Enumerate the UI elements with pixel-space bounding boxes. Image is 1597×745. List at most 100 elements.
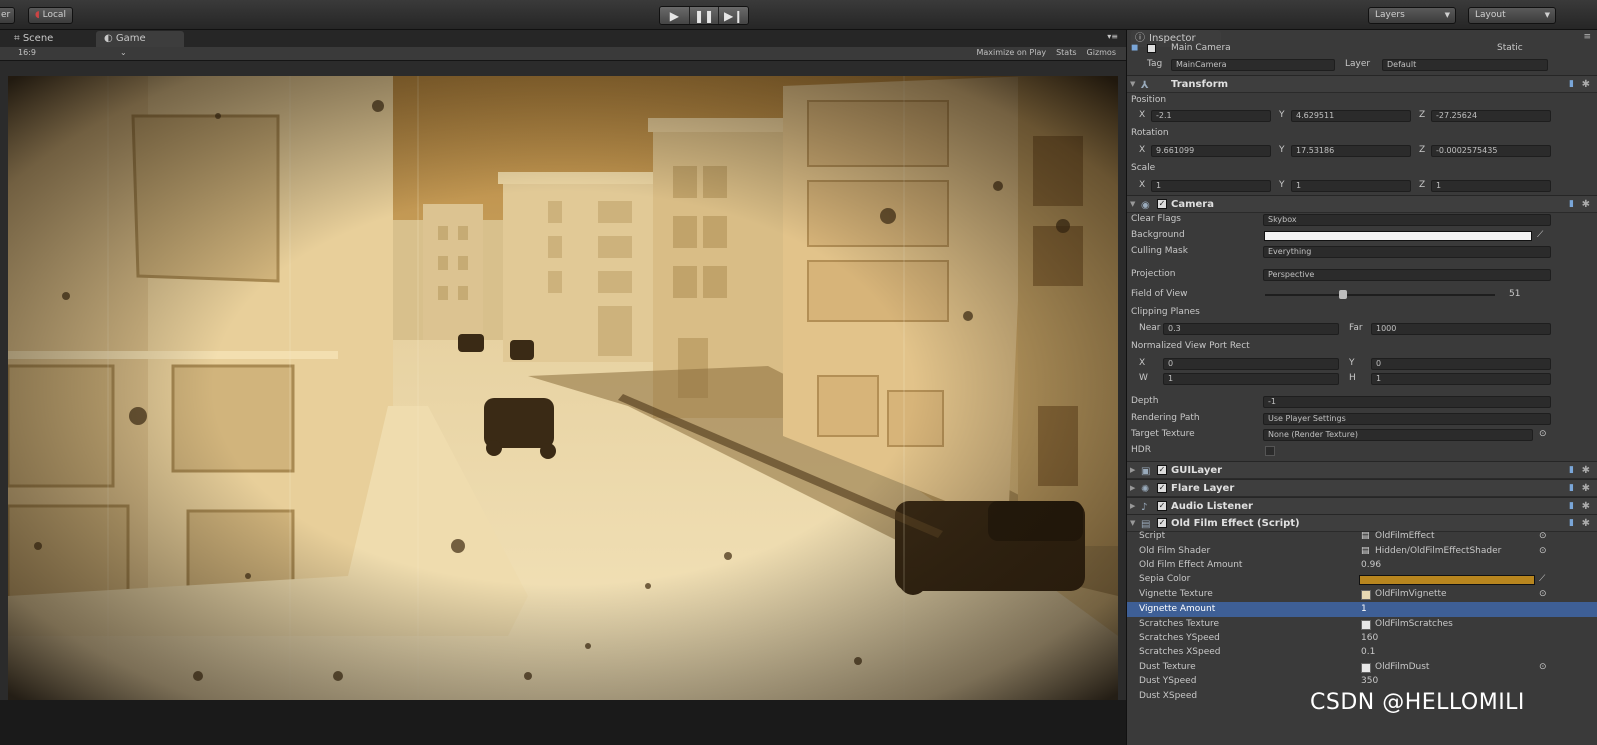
clipping-label-row: Clipping Planes [1127,305,1597,320]
audio-enabled-checkbox[interactable]: ✓ [1157,501,1167,511]
flare-enabled-checkbox[interactable]: ✓ [1157,483,1167,493]
object-picker-icon[interactable]: ⊙ [1539,660,1547,675]
game-viewport[interactable] [8,76,1118,700]
effect-amount-field[interactable]: 0.96 [1361,558,1381,573]
active-checkbox[interactable] [1147,44,1156,53]
gear-icon[interactable]: ✱ [1582,462,1590,479]
target-texture-field[interactable]: None (Render Texture) [1263,429,1533,441]
gear-icon[interactable]: ✱ [1582,498,1590,515]
culling-mask-dropdown[interactable]: Everything [1263,246,1551,258]
play-icon[interactable]: ▶ [660,7,690,24]
pivot-toggle[interactable]: ◖ Local [28,7,73,24]
help-book-icon[interactable]: ▮ [1569,480,1574,497]
scratches-yspeed-field[interactable]: 160 [1361,631,1378,646]
rotation-y-field[interactable]: 17.53186 [1291,145,1411,157]
script-field[interactable]: OldFilmEffect [1375,529,1435,544]
vignette-amount-row[interactable]: Vignette Amount 1 [1127,602,1597,617]
clear-flags-dropdown[interactable]: Skybox [1263,214,1551,226]
step-icon[interactable]: ▶❙ [719,7,748,24]
camera-header[interactable]: ▼ ◉ ✓ Camera ▮ ✱ [1127,195,1597,213]
aspect-dropdown[interactable]: 16:9 [18,48,36,57]
rotation-x-field[interactable]: 9.661099 [1151,145,1271,157]
object-picker-icon[interactable]: ⊙ [1539,427,1547,442]
gear-icon[interactable]: ✱ [1582,76,1590,93]
object-picker-icon[interactable]: ⊙ [1539,587,1547,602]
scratches-texture-label: Scratches Texture [1139,619,1220,629]
vignette-texture-field[interactable]: OldFilmVignette [1375,587,1447,602]
layout-dropdown[interactable]: Layout ▼ [1468,7,1556,24]
vignette-amount-field[interactable]: 1 [1361,602,1367,617]
projection-dropdown[interactable]: Perspective [1263,269,1551,281]
rendering-path-row: Rendering Path Use Player Settings [1127,411,1597,426]
position-y-field[interactable]: 4.629511 [1291,110,1411,122]
layer-dropdown[interactable]: Default [1382,59,1548,71]
foldout-icon[interactable]: ▶ [1130,480,1135,497]
tag-dropdown[interactable]: MainCamera [1171,59,1335,71]
eyedropper-icon[interactable]: ⟋ [1537,228,1543,243]
position-x-field[interactable]: -2.1 [1151,110,1271,122]
scale-x-field[interactable]: 1 [1151,180,1271,192]
sepia-color-swatch[interactable] [1359,575,1535,585]
viewport-h-field[interactable]: 1 [1371,373,1551,385]
scratches-texture-field[interactable]: OldFilmScratches [1375,617,1453,632]
fov-row: Field of View 51 [1127,287,1597,302]
fov-value[interactable]: 51 [1509,287,1520,302]
fov-slider-knob[interactable] [1339,290,1348,299]
dust-yspeed-field[interactable]: 350 [1361,674,1378,689]
shader-field[interactable]: Hidden/OldFilmEffectShader [1375,544,1501,559]
panel-menu-icon[interactable]: ▾≡ [1107,32,1118,41]
object-picker-icon[interactable]: ⊙ [1539,529,1547,544]
position-z-field[interactable]: -27.25624 [1431,110,1551,122]
gear-icon[interactable]: ✱ [1582,480,1590,497]
clipping-label: Clipping Planes [1131,307,1200,317]
tag-label: Tag [1147,59,1163,69]
scale-z-field[interactable]: 1 [1431,180,1551,192]
background-color-swatch[interactable] [1264,231,1532,241]
audio-listener-title: Audio Listener [1171,501,1253,512]
audio-listener-header[interactable]: ▶ ♪ ✓ Audio Listener ▮ ✱ [1127,497,1597,515]
layout-label: Layout [1475,10,1506,20]
guilayer-header[interactable]: ▶ ▣ ✓ GUILayer ▮ ✱ [1127,461,1597,479]
account-button[interactable]: er [0,7,16,24]
foldout-icon[interactable]: ▶ [1130,462,1135,479]
gear-icon[interactable]: ✱ [1582,196,1590,213]
texture-icon [1361,620,1371,630]
rotation-z-field[interactable]: -0.0002575435 [1431,145,1551,157]
gizmos-dropdown[interactable]: Gizmos [1087,48,1116,57]
help-book-icon[interactable]: ▮ [1569,76,1574,93]
old-film-enabled-checkbox[interactable]: ✓ [1157,518,1167,528]
guilayer-enabled-checkbox[interactable]: ✓ [1157,465,1167,475]
scale-y-field[interactable]: 1 [1291,180,1411,192]
transform-header[interactable]: ▼ ⅄ Transform ▮ ✱ [1127,75,1597,93]
tab-game[interactable]: ◐ Game [96,31,184,47]
static-toggle[interactable]: Static [1497,41,1523,56]
stats-toggle[interactable]: Stats [1056,48,1076,57]
near-field[interactable]: 0.3 [1163,323,1339,335]
dust-texture-field[interactable]: OldFilmDust [1375,660,1429,675]
help-book-icon[interactable]: ▮ [1569,196,1574,213]
foldout-icon[interactable]: ▼ [1130,76,1135,93]
viewport-y-field[interactable]: 0 [1371,358,1551,370]
foldout-icon[interactable]: ▼ [1130,196,1135,213]
viewport-x-field[interactable]: 0 [1163,358,1339,370]
viewport-w-field[interactable]: 1 [1163,373,1339,385]
help-book-icon[interactable]: ▮ [1569,462,1574,479]
far-field[interactable]: 1000 [1371,323,1551,335]
pause-icon[interactable]: ❚❚ [689,7,720,24]
layers-label: Layers [1375,10,1405,20]
tab-scene[interactable]: ⌗ Scene [6,31,61,47]
rendering-path-dropdown[interactable]: Use Player Settings [1263,413,1551,425]
eyedropper-icon[interactable]: ⟋ [1539,572,1545,587]
camera-enabled-checkbox[interactable]: ✓ [1157,199,1167,209]
object-picker-icon[interactable]: ⊙ [1539,544,1547,559]
depth-field[interactable]: -1 [1263,396,1551,408]
layers-dropdown[interactable]: Layers ▼ [1368,7,1456,24]
scratches-xspeed-field[interactable]: 0.1 [1361,645,1375,660]
foldout-icon[interactable]: ▶ [1130,498,1135,515]
object-name[interactable]: Main Camera [1171,41,1231,56]
fov-slider-track[interactable] [1265,294,1495,296]
maximize-on-play-toggle[interactable]: Maximize on Play [976,48,1046,57]
hdr-checkbox[interactable] [1265,446,1275,456]
help-book-icon[interactable]: ▮ [1569,498,1574,515]
flare-layer-header[interactable]: ▶ ✺ ✓ Flare Layer ▮ ✱ [1127,479,1597,497]
